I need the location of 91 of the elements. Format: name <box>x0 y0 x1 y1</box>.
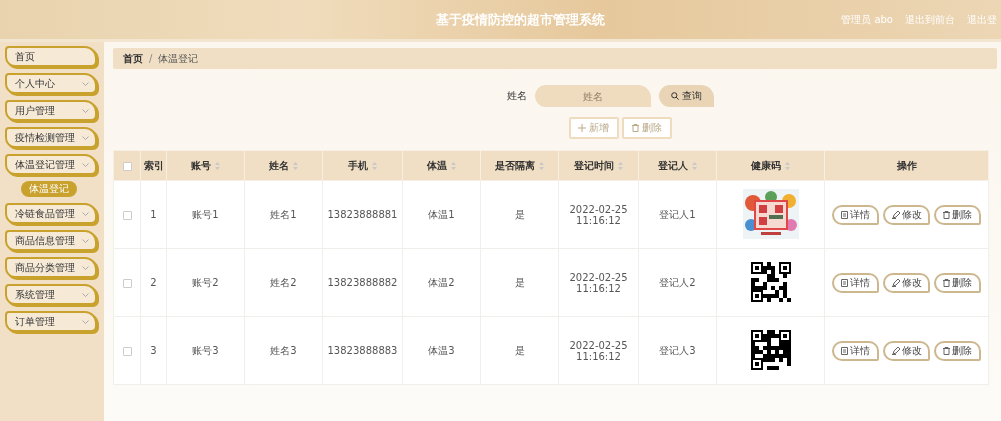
row-checkbox[interactable] <box>122 346 132 356</box>
trash-icon <box>943 278 950 287</box>
chevron-down-icon <box>82 319 89 324</box>
table-cell: 登记人2 <box>659 276 696 288</box>
trash-icon <box>631 124 639 132</box>
column-header[interactable]: 账号 <box>191 158 211 173</box>
breadcrumb-item[interactable]: 首页 <box>123 51 143 66</box>
chevron-down-icon <box>82 238 89 243</box>
table-cell: 登记人3 <box>659 344 696 356</box>
select-all-checkbox[interactable] <box>122 161 132 171</box>
table-cell: 账号1 <box>192 208 219 220</box>
table-cell: 登记人1 <box>659 208 696 220</box>
app-title: 基于疫情防控的超市管理系统 <box>435 10 607 29</box>
table-cell: 2022-02-25 11:16:12 <box>569 271 628 294</box>
detail-button[interactable]: 详情 <box>832 204 879 225</box>
pencil-icon <box>891 346 900 355</box>
table-cell: 1 <box>150 209 157 220</box>
column-header[interactable]: 手机 <box>348 158 368 173</box>
table-cell: 2022-02-25 11:16:12 <box>569 203 628 226</box>
detail-button[interactable]: 详情 <box>832 340 879 361</box>
pencil-icon <box>891 278 900 287</box>
chevron-down-icon <box>82 211 89 216</box>
edit-button[interactable]: 修改 <box>883 204 930 225</box>
table-cell: 体温1 <box>428 208 455 220</box>
column-header[interactable]: 体温 <box>427 158 447 173</box>
row-checkbox[interactable] <box>122 278 132 288</box>
column-header[interactable]: 登记人 <box>658 158 688 173</box>
table-cell: 体温2 <box>428 276 455 288</box>
pencil-icon <box>891 210 900 219</box>
plus-icon <box>578 124 586 132</box>
trash-icon <box>943 210 950 219</box>
table-cell: 姓名3 <box>270 344 297 356</box>
table-cell: 是 <box>514 344 525 356</box>
table-cell: 姓名2 <box>270 276 297 288</box>
sidebar-item[interactable]: 系统管理 <box>5 284 97 305</box>
sidebar-item[interactable]: 个人中心 <box>5 73 97 94</box>
detail-button[interactable]: 详情 <box>832 272 879 293</box>
sidebar-item[interactable]: 体温登记管理 <box>5 154 97 175</box>
sort-icon[interactable] <box>785 161 790 170</box>
sidebar-item[interactable]: 疫情检测管理 <box>5 127 97 148</box>
column-header[interactable]: 姓名 <box>269 158 289 173</box>
column-header: 操作 <box>896 158 917 173</box>
table-cell: 体温3 <box>428 344 455 356</box>
table-cell: 姓名1 <box>270 208 297 220</box>
table-cell: 2022-02-25 11:16:12 <box>569 339 628 362</box>
column-header: 索引 <box>143 158 164 173</box>
table-cell: 账号3 <box>192 344 219 356</box>
table-cell: 13823888883 <box>327 345 398 356</box>
table-cell: 账号2 <box>192 276 219 288</box>
sort-icon[interactable] <box>618 161 623 170</box>
table-cell: 13823888882 <box>327 277 398 288</box>
field-label: 姓名 <box>506 89 527 103</box>
document-icon <box>841 278 848 287</box>
sort-icon[interactable] <box>293 161 298 170</box>
search-icon <box>670 92 679 100</box>
sort-icon[interactable] <box>451 161 456 170</box>
document-icon <box>841 346 848 355</box>
table-cell: 3 <box>150 345 157 356</box>
row-checkbox[interactable] <box>122 210 132 220</box>
table-cell: 是 <box>514 276 525 288</box>
search-button[interactable]: 查询 <box>658 85 714 107</box>
chevron-down-icon <box>82 81 89 86</box>
edit-button[interactable]: 修改 <box>883 340 930 361</box>
column-header[interactable]: 健康码 <box>751 158 781 173</box>
sort-icon[interactable] <box>692 161 697 170</box>
table-cell: 是 <box>514 208 525 220</box>
document-icon <box>841 210 848 219</box>
sidebar-item[interactable]: 用户管理 <box>5 100 97 121</box>
chevron-down-icon <box>82 162 89 167</box>
sidebar-item[interactable]: 商品分类管理 <box>5 257 97 278</box>
name-input-field[interactable]: 姓名 <box>534 85 651 107</box>
delete-button[interactable]: 删除 <box>934 340 981 361</box>
sidebar-item[interactable]: 商品信息管理 <box>5 230 97 251</box>
delete-button[interactable]: 删除 <box>934 204 981 225</box>
table-cell: 13823888881 <box>327 209 398 220</box>
sidebar-item[interactable]: 冷链食品管理 <box>5 203 97 224</box>
chevron-down-icon <box>82 108 89 113</box>
breadcrumb-item: 体温登记 <box>158 51 199 66</box>
trash-icon <box>943 346 950 355</box>
edit-button[interactable]: 修改 <box>883 272 930 293</box>
chevron-down-icon <box>82 135 89 140</box>
sidebar-item[interactable]: 首页 <box>5 46 97 67</box>
chevron-down-icon <box>82 292 89 297</box>
chevron-down-icon <box>82 265 89 270</box>
sort-icon[interactable] <box>539 161 544 170</box>
table-cell: 2 <box>150 277 157 288</box>
sidebar-item[interactable]: 订单管理 <box>5 311 97 332</box>
breadcrumb-separator: / <box>149 53 153 64</box>
sort-icon[interactable] <box>215 161 220 170</box>
sort-icon[interactable] <box>372 161 377 170</box>
delete-button[interactable]: 删除 <box>934 272 981 293</box>
